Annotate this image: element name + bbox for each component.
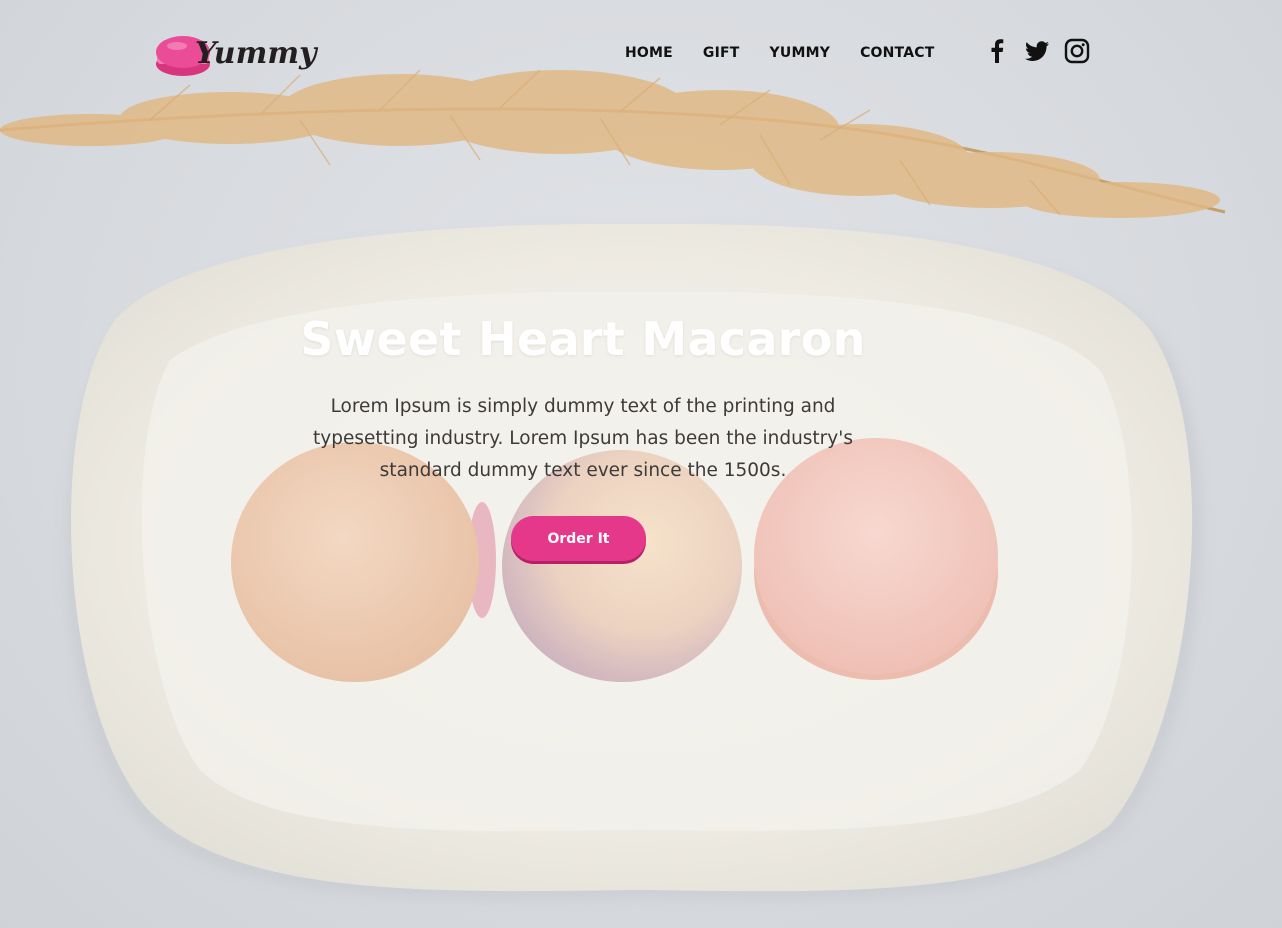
twitter-icon[interactable] bbox=[1024, 38, 1050, 64]
hero-description: Lorem Ipsum is simply dummy text of the … bbox=[313, 396, 853, 481]
facebook-icon[interactable] bbox=[984, 38, 1010, 64]
instagram-icon[interactable] bbox=[1064, 38, 1090, 64]
nav-item-home[interactable]: HOME bbox=[610, 43, 688, 63]
main-nav: HOME GIFT YUMMY CONTACT bbox=[610, 43, 949, 63]
nav-item-yummy[interactable]: YUMMY bbox=[755, 43, 846, 63]
brand-logo[interactable]: Yummy bbox=[153, 28, 317, 88]
pampas-grass bbox=[0, 69, 1226, 218]
nav-item-contact[interactable]: CONTACT bbox=[845, 43, 949, 63]
nav-item-gift[interactable]: GIFT bbox=[688, 43, 755, 63]
hero-title: Sweet Heart Macaron bbox=[300, 312, 866, 366]
brand-name: Yummy bbox=[195, 36, 317, 71]
order-button[interactable]: Order It bbox=[511, 516, 646, 561]
social-links bbox=[984, 38, 1090, 64]
